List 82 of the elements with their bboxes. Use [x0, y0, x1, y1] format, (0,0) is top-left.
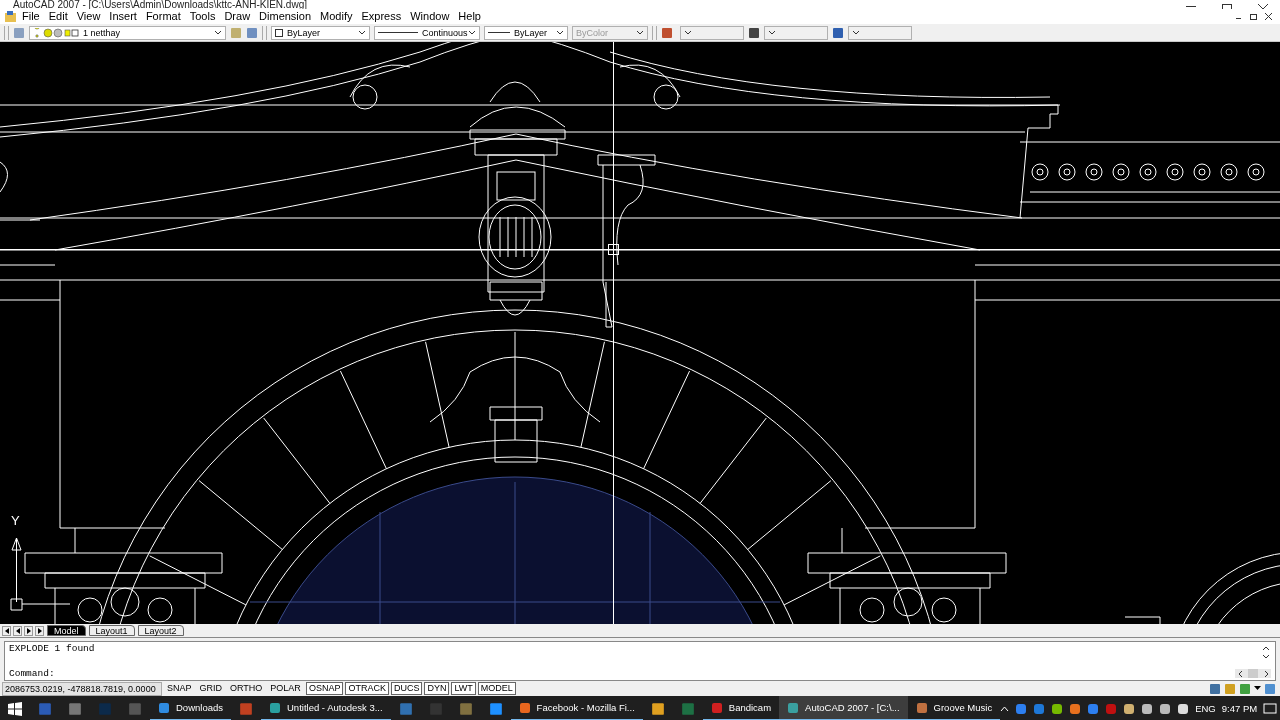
line-sample-icon	[378, 31, 418, 34]
layer-dropdown[interactable]: 1 netthay	[29, 25, 226, 40]
status-toggle[interactable]: DUCS	[390, 682, 423, 695]
line-sample-icon	[488, 31, 510, 34]
clock[interactable]: 9:47 PM	[1221, 703, 1258, 714]
dropdown-arrow-icon[interactable]	[1254, 686, 1261, 691]
lineweight-value: ByLayer	[514, 27, 548, 38]
tray-icon[interactable]	[1051, 702, 1064, 715]
menu-item[interactable]: Edit	[43, 10, 72, 23]
app-icon	[269, 701, 281, 714]
close-icon[interactable]	[1263, 11, 1274, 22]
status-toggle[interactable]: MODEL	[477, 682, 516, 695]
tray-icon[interactable]	[1177, 702, 1190, 715]
status-toggle[interactable]: DYN	[424, 682, 450, 695]
tray-icon[interactable]	[1141, 702, 1154, 715]
minimize-icon[interactable]	[1186, 4, 1196, 8]
linetype-value: Continuous	[422, 27, 468, 38]
menu-item[interactable]: Insert	[104, 10, 141, 23]
language-indicator[interactable]: ENG	[1195, 703, 1216, 714]
layer-state-icon	[33, 27, 79, 38]
app-icon	[915, 701, 928, 714]
status-toggle[interactable]: ORTHO	[227, 682, 266, 695]
app-icon[interactable]	[458, 701, 473, 716]
last-tab-button[interactable]	[35, 625, 44, 636]
status-toggle[interactable]: LWT	[451, 682, 476, 695]
app-icon[interactable]	[398, 701, 413, 716]
menu-item[interactable]: Modify	[315, 10, 357, 23]
app-icon[interactable]	[239, 701, 253, 716]
taskbar-app[interactable]: Facebook - Mozilla Fi...	[510, 696, 643, 720]
taskbar-app[interactable]: Downloads	[150, 696, 231, 720]
axis-label: Y	[11, 513, 20, 528]
status-toggle[interactable]: OTRACK	[345, 682, 389, 695]
taskbar-app[interactable]: Groove Music	[907, 696, 1001, 720]
start-icon[interactable]	[8, 701, 22, 716]
command-line: Command:	[9, 668, 56, 679]
taskbar-app[interactable]: AutoCAD 2007 - [C:\...	[779, 696, 908, 720]
scroll-thumb[interactable]	[1248, 669, 1258, 678]
scroll-down-button[interactable]	[1261, 652, 1271, 660]
linetype-dropdown[interactable]: Continuous	[374, 25, 480, 40]
status-toggle[interactable]: SNAP	[164, 682, 195, 695]
layer-name: 1 netthay	[83, 27, 121, 38]
menu-item[interactable]: Express	[356, 10, 406, 23]
tray-icon[interactable]	[1123, 702, 1136, 715]
layout-tab[interactable]: Layout1	[88, 625, 135, 636]
color-value: ByLayer	[287, 27, 321, 38]
color-dropdown[interactable]: ByLayer	[271, 25, 370, 40]
next-tab-button[interactable]	[24, 625, 33, 636]
maximize-icon[interactable]	[1222, 4, 1232, 9]
color-swatch-icon	[275, 28, 283, 37]
tray-icon[interactable]	[1159, 702, 1172, 715]
menu-item[interactable]: Format	[140, 10, 185, 23]
menu-item[interactable]: File	[17, 10, 44, 23]
chevron-up-icon[interactable]	[1000, 705, 1010, 712]
layout-tab[interactable]: Layout2	[137, 625, 184, 636]
menu-item[interactable]: Tools	[184, 10, 220, 23]
status-toggle[interactable]: GRID	[196, 682, 225, 695]
tray-icon[interactable]	[1069, 702, 1082, 715]
app-icon	[787, 701, 800, 714]
first-tab-button[interactable]	[2, 625, 11, 636]
ucs-icon	[10, 537, 71, 611]
coordinates-display: 2086753.0219, -478818.7819, 0.0000	[2, 681, 162, 696]
menu-item[interactable]: Window	[405, 10, 454, 23]
menu-item[interactable]: Help	[453, 10, 485, 23]
notification-icon[interactable]	[1263, 702, 1278, 715]
menu-item[interactable]: View	[71, 10, 105, 23]
scroll-up-button[interactable]	[1261, 644, 1271, 652]
lineweight-dropdown[interactable]: ByLayer	[484, 25, 568, 40]
command-line: EXPLODE 1 found	[9, 643, 96, 654]
app-icon	[158, 701, 170, 714]
menu-item[interactable]: Dimension	[254, 10, 316, 23]
app-icon[interactable]	[4, 10, 17, 23]
previous-tab-button[interactable]	[13, 625, 22, 636]
status-toggle[interactable]: OSNAP	[305, 682, 344, 695]
layout-tab[interactable]: Model	[47, 625, 86, 636]
app-icon	[710, 701, 723, 714]
close-icon[interactable]	[1258, 4, 1268, 9]
status-toggle[interactable]: POLAR	[267, 682, 304, 695]
app-icon	[518, 701, 531, 714]
menu-item[interactable]: Draw	[219, 10, 255, 23]
restore-icon[interactable]	[1248, 11, 1259, 22]
taskbar-app[interactable]: Untitled - Autodesk 3...	[261, 696, 391, 720]
plot-style-value: ByColor	[576, 27, 608, 38]
